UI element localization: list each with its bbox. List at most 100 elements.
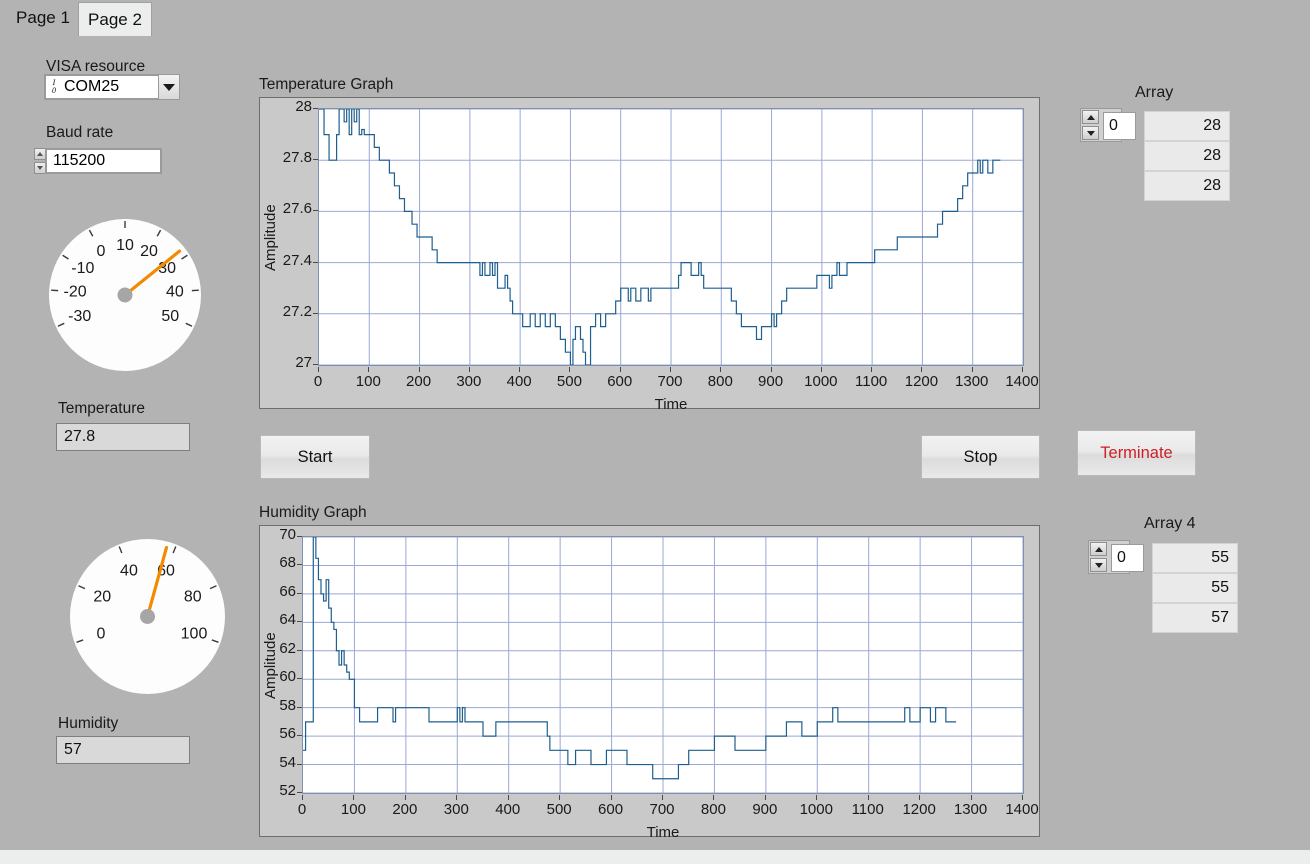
terminate-button[interactable]: Terminate [1077,430,1196,476]
ytick-mark-icon [297,592,302,594]
visa-resource-combo[interactable]: I0 COM25 [44,74,180,100]
ytick-mark-icon [297,536,302,537]
humidity-graph-xtick-label: 300 [443,801,469,818]
ytick-mark-icon [313,210,318,212]
array-1-index-stepper[interactable] [1082,110,1099,140]
ytick-mark-icon [297,564,302,566]
humidity-indicator-value: 57 [56,736,190,764]
tab-page-2-label: Page 2 [88,9,142,29]
humidity-graph-xtick-label: 1000 [799,801,833,818]
ytick-mark-icon [313,108,318,109]
ytick-mark-icon [297,706,302,708]
ytick-mark-icon [297,763,302,765]
temperature-graph-xtick-label: 1200 [904,373,939,390]
svg-text:0: 0 [96,243,105,260]
temperature-graph-xtick-label: 0 [313,373,323,390]
humidity-graph-ytick-label: 64 [279,611,296,629]
xtick-mark-icon [507,795,509,800]
start-button[interactable]: Start [260,435,370,479]
humidity-graph-ytick-label: 66 [279,582,296,600]
svg-text:80: 80 [184,588,202,605]
array-1-index-control[interactable]: 0 [1080,108,1136,142]
humidity-graph-xtick-label: 500 [546,801,572,818]
humidity-graph[interactable]: 52 54 56 58 60 62 64 66 68 70 0 100 200 300 400 500 600 7… [259,525,1040,841]
array-4-index-value[interactable]: 0 [1111,544,1144,572]
xtick-mark-icon [662,795,663,800]
temperature-graph-ytick-label: 27.2 [282,302,312,320]
humidity-graph-ytick-label: 56 [279,725,296,743]
array-4-cell-0: 55 [1152,543,1238,573]
temperature-graph-title: Temperature Graph [259,76,394,93]
chevron-down-icon[interactable] [158,74,180,100]
array-1-index-up-button[interactable] [1082,110,1099,124]
temperature-graph-xtick-label: 1400 [1005,373,1039,390]
humidity-graph-ytick-label: 58 [279,696,296,714]
xtick-mark-icon [970,795,972,800]
tab-page-1-label: Page 1 [16,8,70,27]
array-1-cell-0: 28 [1144,111,1230,141]
svg-text:100: 100 [181,625,208,642]
xtick-mark-icon [713,795,715,800]
array-4-index-up-button[interactable] [1090,542,1107,556]
stop-button[interactable]: Stop [921,435,1040,479]
xtick-mark-icon [318,367,319,372]
temperature-graph-yaxis-label: Amplitude [262,204,279,271]
humidity-graph-xtick-label: 1200 [902,801,936,818]
temperature-indicator-label: Temperature [58,400,146,417]
baud-rate-value[interactable]: 115200 [45,148,162,174]
baud-rate-label: Baud rate [46,124,114,141]
xtick-mark-icon [569,367,571,372]
ytick-mark-icon [313,261,318,263]
temperature-graph-xtick-label: 500 [556,373,582,390]
xtick-mark-icon [619,367,621,372]
temperature-graph-xtick-label: 600 [607,373,633,390]
temperature-graph-ytick-label: 28 [295,98,312,115]
array-4-cell-1: 55 [1152,573,1238,603]
xtick-mark-icon [404,795,406,800]
ytick-mark-icon [313,312,318,314]
humidity-graph-title: Humidity Graph [259,504,367,521]
tab-page-2[interactable]: Page 2 [78,2,152,36]
xtick-mark-icon [1022,795,1023,800]
humidity-graph-xtick-label: 0 [297,801,307,818]
svg-text:-20: -20 [64,284,87,301]
array-4-index-control[interactable]: 0 [1088,540,1144,574]
humidity-graph-xtick-label: 100 [340,801,366,818]
xtick-mark-icon [820,367,822,372]
tab-bar: Page 1 Page 2 [0,0,1310,36]
array-1-cell-1: 28 [1144,141,1230,171]
xtick-mark-icon [919,795,921,800]
humidity-graph-plot-area [302,536,1024,794]
array-1-index-value[interactable]: 0 [1103,112,1136,140]
temperature-graph[interactable]: 27 27.2 27.4 27.6 27.8 28 0 100 200 300 400 500 600 7… [259,97,1040,413]
xtick-mark-icon [302,795,303,800]
temperature-indicator-value: 27.8 [56,423,190,451]
tab-page-1[interactable]: Page 1 [8,0,78,36]
xtick-mark-icon [921,367,923,372]
humidity-gauge: 0 20 40 60 80 100 [70,539,225,694]
temperature-graph-xtick-label: 100 [355,373,381,390]
humidity-graph-ytick-label: 68 [279,554,296,572]
xtick-mark-icon [559,795,561,800]
humidity-graph-xtick-label: 400 [495,801,521,818]
humidity-graph-xaxis-label: Time [646,824,680,841]
xtick-mark-icon [519,367,521,372]
temperature-graph-ytick-label: 27 [295,354,312,371]
array-1-index-down-button[interactable] [1082,126,1099,140]
svg-text:-30: -30 [68,308,91,325]
temperature-graph-xtick-label: 900 [758,373,784,390]
xtick-mark-icon [468,367,470,372]
baud-rate-control[interactable]: 115200 [34,148,162,174]
humidity-graph-ytick-label: 70 [279,526,296,543]
xtick-mark-icon [971,367,973,372]
array-4-index-down-button[interactable] [1090,558,1107,572]
terminate-button-label: Terminate [1100,443,1173,462]
xtick-mark-icon [867,795,869,800]
array-4-index-stepper[interactable] [1090,542,1107,572]
xtick-mark-icon [353,795,355,800]
temperature-graph-xtick-label: 1300 [955,373,989,390]
array-1-cell-2: 28 [1144,171,1230,201]
xtick-mark-icon [764,795,766,800]
visa-resource-value: COM25 [64,78,120,95]
ytick-mark-icon [297,649,302,651]
